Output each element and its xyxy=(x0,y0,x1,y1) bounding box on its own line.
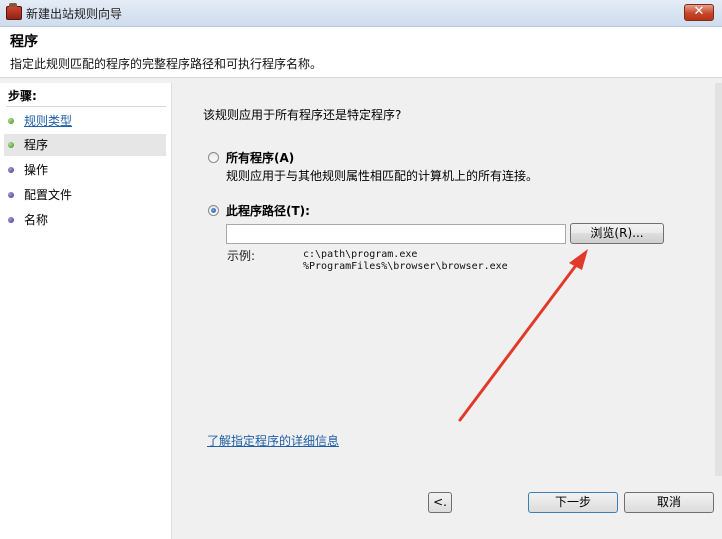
scroll-edge xyxy=(715,83,722,476)
all-programs-description: 规则应用于与其他规则属性相匹配的计算机上的所有连接。 xyxy=(226,169,539,183)
step-complete-icon xyxy=(8,118,14,124)
page-header: 程序 指定此规则匹配的程序的完整程序路径和可执行程序名称。 xyxy=(0,27,722,78)
example-label: 示例: xyxy=(227,249,256,263)
page-title: 程序 xyxy=(10,34,38,50)
step-label: 名称 xyxy=(24,213,49,227)
step-profile: 配置文件 xyxy=(4,184,166,206)
step-complete-icon xyxy=(8,142,14,148)
program-path-radio[interactable] xyxy=(208,205,219,216)
step-pending-icon xyxy=(8,167,14,173)
firewall-icon xyxy=(6,3,22,20)
close-icon: ✕ xyxy=(693,4,705,19)
step-action: 操作 xyxy=(4,159,166,181)
step-label: 程序 xyxy=(24,138,49,152)
cancel-button[interactable]: 取消 xyxy=(624,492,714,513)
window-title: 新建出站规则向导 xyxy=(26,7,123,21)
example-path-1: c:\path\program.exe xyxy=(303,249,418,260)
step-pending-icon xyxy=(8,217,14,223)
step-name: 名称 xyxy=(4,209,166,231)
step-pending-icon xyxy=(8,192,14,198)
learn-more-link[interactable]: 了解指定程序的详细信息 xyxy=(207,432,339,449)
steps-heading: 步骤: xyxy=(8,89,37,103)
title-bar: 新建出站规则向导 ✕ xyxy=(0,0,722,27)
program-path-label[interactable]: 此程序路径(T): xyxy=(226,202,310,219)
example-path-2: %ProgramFiles%\browser\browser.exe xyxy=(303,261,508,272)
page-description: 指定此规则匹配的程序的完整程序路径和可执行程序名称。 xyxy=(10,57,323,71)
browse-button[interactable]: 浏览(R)... xyxy=(570,223,664,244)
program-question: 该规则应用于所有程序还是特定程序? xyxy=(203,108,402,122)
next-button[interactable]: 下一步 xyxy=(528,492,618,513)
step-label: 配置文件 xyxy=(24,188,73,202)
steps-panel: 步骤: 规则类型 程序 操作 配置文件 名称 xyxy=(0,83,171,539)
close-button[interactable]: ✕ xyxy=(684,4,714,21)
step-program[interactable]: 程序 xyxy=(4,134,166,156)
back-button[interactable]: <. xyxy=(428,492,452,513)
steps-divider xyxy=(6,106,166,107)
main-content: 该规则应用于所有程序还是特定程序? 所有程序(A) 规则应用于与其他规则属性相匹… xyxy=(172,83,722,539)
all-programs-radio[interactable] xyxy=(208,152,219,163)
all-programs-label[interactable]: 所有程序(A) xyxy=(226,149,294,166)
step-label: 操作 xyxy=(24,163,49,177)
step-label: 规则类型 xyxy=(24,114,73,128)
step-rule-type[interactable]: 规则类型 xyxy=(4,110,166,132)
program-path-input[interactable] xyxy=(226,224,566,244)
